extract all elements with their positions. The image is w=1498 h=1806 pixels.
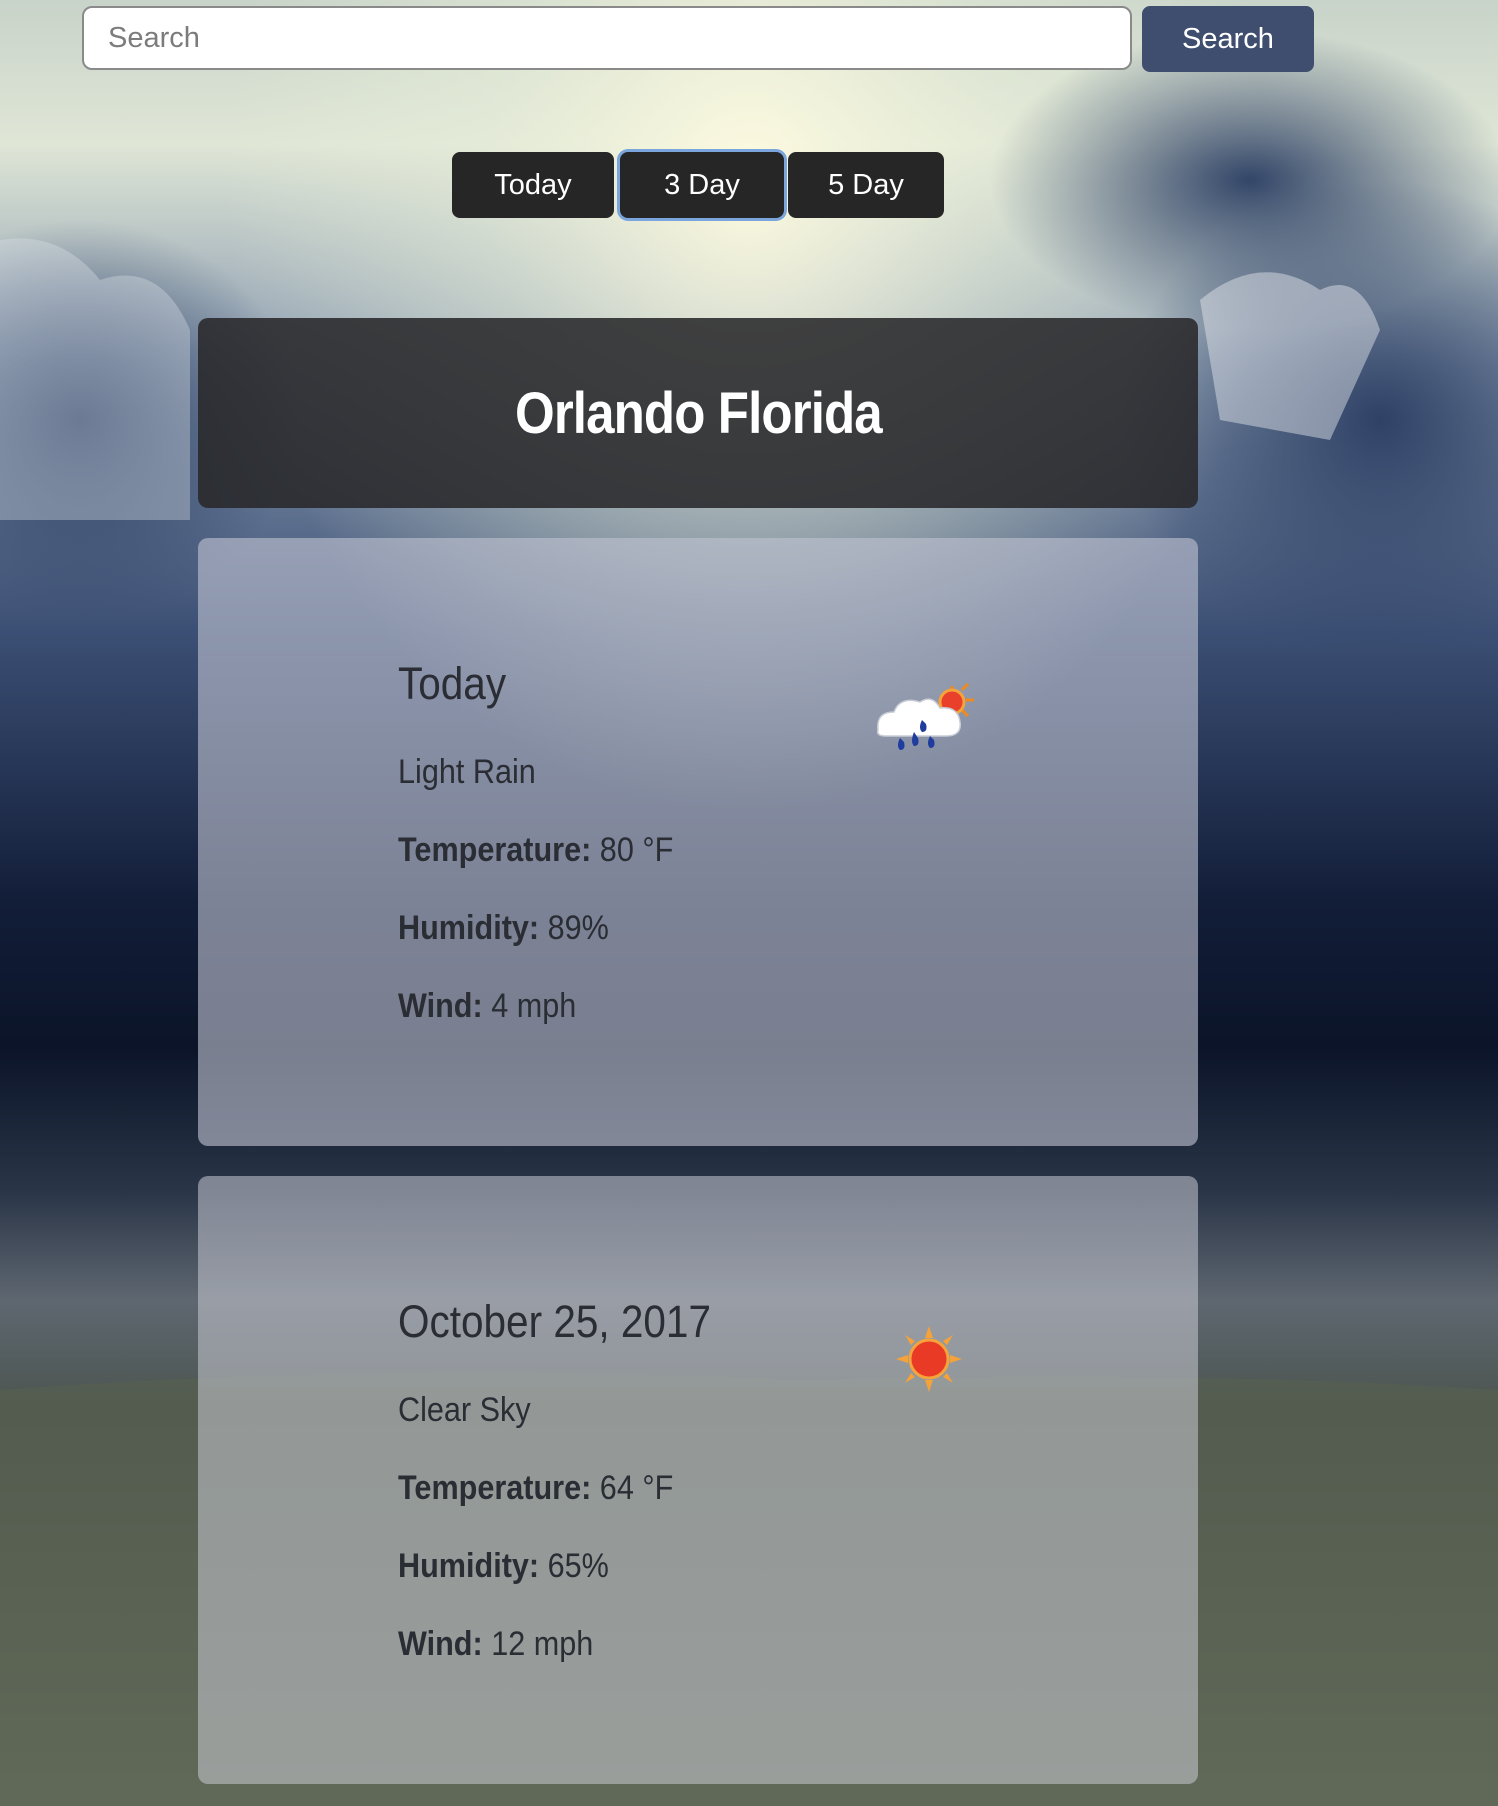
forecast-day: Today — [398, 658, 507, 709]
forecast-condition: Light Rain — [398, 753, 536, 791]
humidity-label: Humidity: — [398, 909, 540, 947]
wind-value: 12 mph — [491, 1625, 594, 1663]
forecast-card: October 25, 2017 Clear Sky Temperature: … — [198, 1176, 1198, 1784]
forecast-wind: Wind: 4 mph — [398, 987, 576, 1026]
sun-icon — [896, 1326, 962, 1392]
temperature-value: 80 °F — [599, 831, 674, 869]
forecast-humidity: Humidity: 89% — [398, 909, 609, 948]
temperature-label: Temperature: — [398, 831, 592, 869]
wind-label: Wind: — [398, 1625, 483, 1663]
forecast-temperature: Temperature: 64 °F — [398, 1469, 673, 1508]
forecast-temperature: Temperature: 80 °F — [398, 831, 673, 870]
rain-cloud-sun-icon — [876, 682, 974, 750]
humidity-label: Humidity: — [398, 1547, 540, 1585]
search-button[interactable]: Search — [1142, 6, 1314, 72]
forecast-condition: Clear Sky — [398, 1391, 531, 1429]
forecast-wind: Wind: 12 mph — [398, 1625, 593, 1664]
tab-today[interactable]: Today — [452, 152, 614, 218]
forecast-card: Today Light Rain Temperature: 80 °F Humi… — [198, 538, 1198, 1146]
tab-3-day[interactable]: 3 Day — [620, 152, 784, 218]
wind-value: 4 mph — [491, 987, 577, 1025]
wind-label: Wind: — [398, 987, 483, 1025]
location-header: Orlando Florida — [198, 318, 1198, 508]
humidity-value: 65% — [547, 1547, 609, 1585]
temperature-label: Temperature: — [398, 1469, 592, 1507]
search-input[interactable] — [82, 6, 1132, 70]
humidity-value: 89% — [547, 909, 609, 947]
forecast-day: October 25, 2017 — [398, 1296, 711, 1347]
forecast-range-tabs: Today 3 Day 5 Day — [0, 152, 1498, 218]
tab-5-day[interactable]: 5 Day — [788, 152, 944, 218]
location-title: Orlando Florida — [514, 380, 883, 446]
temperature-value: 64 °F — [599, 1469, 674, 1507]
forecast-humidity: Humidity: 65% — [398, 1547, 609, 1586]
